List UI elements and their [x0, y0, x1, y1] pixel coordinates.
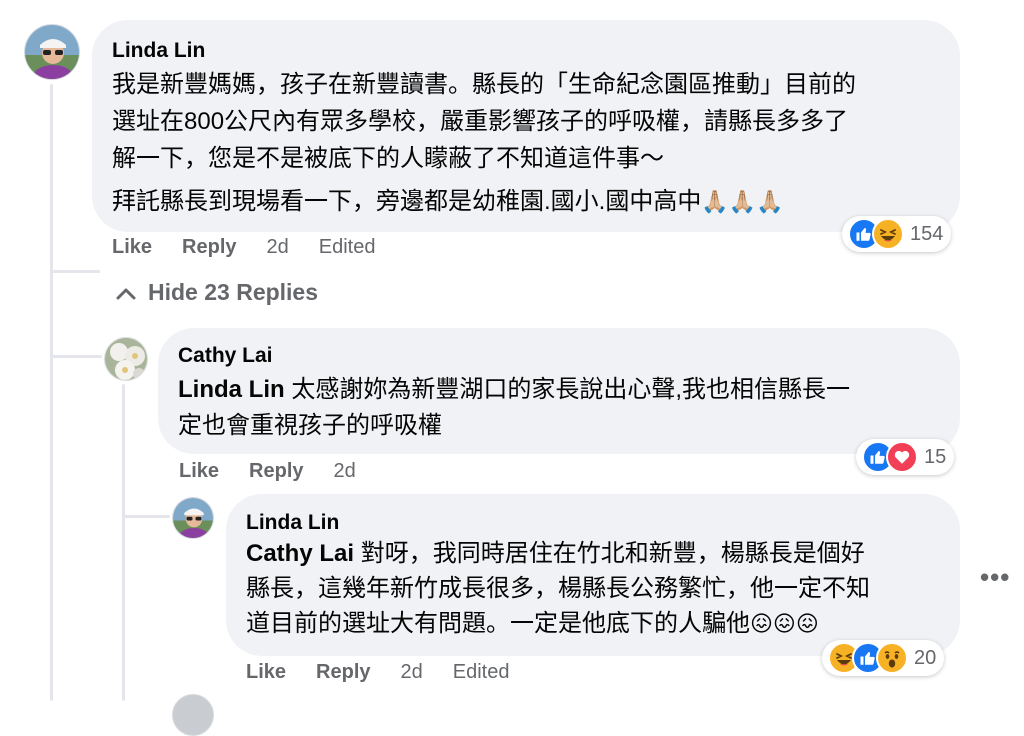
thread-line-branch-hide	[50, 270, 100, 273]
reply-actions: Like Reply 2d Edited	[246, 661, 539, 684]
avatar-image	[25, 25, 79, 79]
hide-replies-button[interactable]: Hide 23 Replies	[116, 279, 318, 306]
comment-text-content: 拜託縣長到現場看一下，旁邊都是幼稚園.國小.國中高中	[112, 188, 702, 215]
thread-line-branch-reply1	[50, 355, 102, 358]
comment-text-line-1: 我是新豐媽媽，孩子在新豐讀書。縣長的「生命紀念園區推動」目前的	[112, 71, 856, 98]
comment-bubble: Linda Lin 我是新豐媽媽，孩子在新豐讀書。縣長的「生命紀念園區推動」目前…	[92, 20, 960, 232]
love-reaction-icon	[886, 441, 918, 473]
haha-reaction-icon	[872, 218, 904, 250]
timestamp[interactable]: 2d	[267, 236, 289, 259]
timestamp[interactable]: 2d	[334, 460, 356, 483]
reaction-count: 20	[914, 646, 937, 669]
reply-text-content: 道目前的選址大有問題。一定是他底下的人騙他	[246, 610, 750, 637]
reaction-count: 15	[924, 445, 947, 468]
reply-text-line-3: 道目前的選址大有問題。一定是他底下的人騙他😖😖😖	[246, 605, 819, 642]
reply-button[interactable]: Reply	[249, 460, 303, 483]
praying-hands-emoji: 🙏🏼🙏🏼🙏🏼	[701, 189, 784, 214]
avatar-cathy-lai[interactable]	[104, 337, 148, 381]
reply-text-content: 對呀，我同時居住在竹北和新豐，楊縣長是個好	[354, 540, 865, 567]
like-button[interactable]: Like	[112, 236, 152, 259]
reply-button[interactable]: Reply	[316, 661, 370, 684]
comment-author[interactable]: Linda Lin	[112, 39, 205, 63]
reply-bubble: Linda Lin Cathy Lai 對呀，我同時居住在竹北和新豐，楊縣長是個…	[226, 494, 960, 656]
reply-text-content: 太感謝妳為新豐湖口的家長說出心聲,我也相信縣長一	[284, 376, 850, 403]
avatar-linda-lin[interactable]	[172, 497, 214, 539]
thread-line-reply1-child	[122, 384, 125, 701]
reply-text-line-1: Linda Lin 太感謝妳為新豐湖口的家長說出心聲,我也相信縣長一	[178, 371, 850, 408]
reply-text-line-2: 縣長，這幾年新竹成長很多，楊縣長公務繁忙，他一定不知	[246, 575, 870, 602]
wow-reaction-icon	[876, 642, 908, 674]
reactions-summary[interactable]: 15	[856, 439, 955, 475]
chevron-up-icon	[116, 279, 136, 306]
comment-text-line-3: 解一下，您是不是被底下的人矇蔽了不知道這件事～	[112, 145, 664, 172]
reply-text-line-1: Cathy Lai 對呀，我同時居住在竹北和新豐，楊縣長是個好	[246, 535, 865, 572]
edited-label[interactable]: Edited	[453, 661, 510, 684]
more-options-button[interactable]: •••	[980, 562, 1010, 593]
thread-line-branch-reply2	[122, 515, 170, 518]
mention-link[interactable]: Linda Lin	[178, 376, 285, 403]
thread-line-main	[50, 84, 53, 701]
reply-actions: Like Reply 2d	[179, 460, 386, 483]
timestamp[interactable]: 2d	[401, 661, 423, 684]
like-button[interactable]: Like	[246, 661, 286, 684]
reply-author[interactable]: Linda Lin	[246, 511, 339, 535]
reply-author[interactable]: Cathy Lai	[178, 344, 273, 368]
reply-text-line-2: 定也會重視孩子的呼吸權	[178, 412, 442, 439]
comment-text-line-4: 拜託縣長到現場看一下，旁邊都是幼稚園.國小.國中高中🙏🏼🙏🏼🙏🏼	[112, 183, 784, 220]
reactions-summary[interactable]: 20	[822, 640, 945, 676]
comment-actions: Like Reply 2d Edited	[112, 236, 405, 259]
comment-text-line-2: 選址在800公尺內有眾多學校，嚴重影響孩子的呼吸權，請縣長多多了	[112, 108, 849, 135]
hide-replies-label: Hide 23 Replies	[148, 279, 319, 305]
reply-button[interactable]: Reply	[182, 236, 236, 259]
edited-label[interactable]: Edited	[319, 236, 376, 259]
avatar-next-reply[interactable]	[172, 694, 214, 736]
avatar-linda-lin[interactable]	[24, 24, 80, 80]
reactions-summary[interactable]: 154	[842, 216, 952, 252]
reply-bubble: Cathy Lai Linda Lin 太感謝妳為新豐湖口的家長說出心聲,我也相…	[158, 328, 960, 454]
confounded-face-emoji: 😖😖😖	[750, 611, 819, 636]
avatar-image	[173, 498, 213, 538]
avatar-image	[105, 338, 147, 380]
reaction-count: 154	[910, 222, 944, 245]
mention-link[interactable]: Cathy Lai	[246, 540, 354, 567]
like-button[interactable]: Like	[179, 460, 219, 483]
